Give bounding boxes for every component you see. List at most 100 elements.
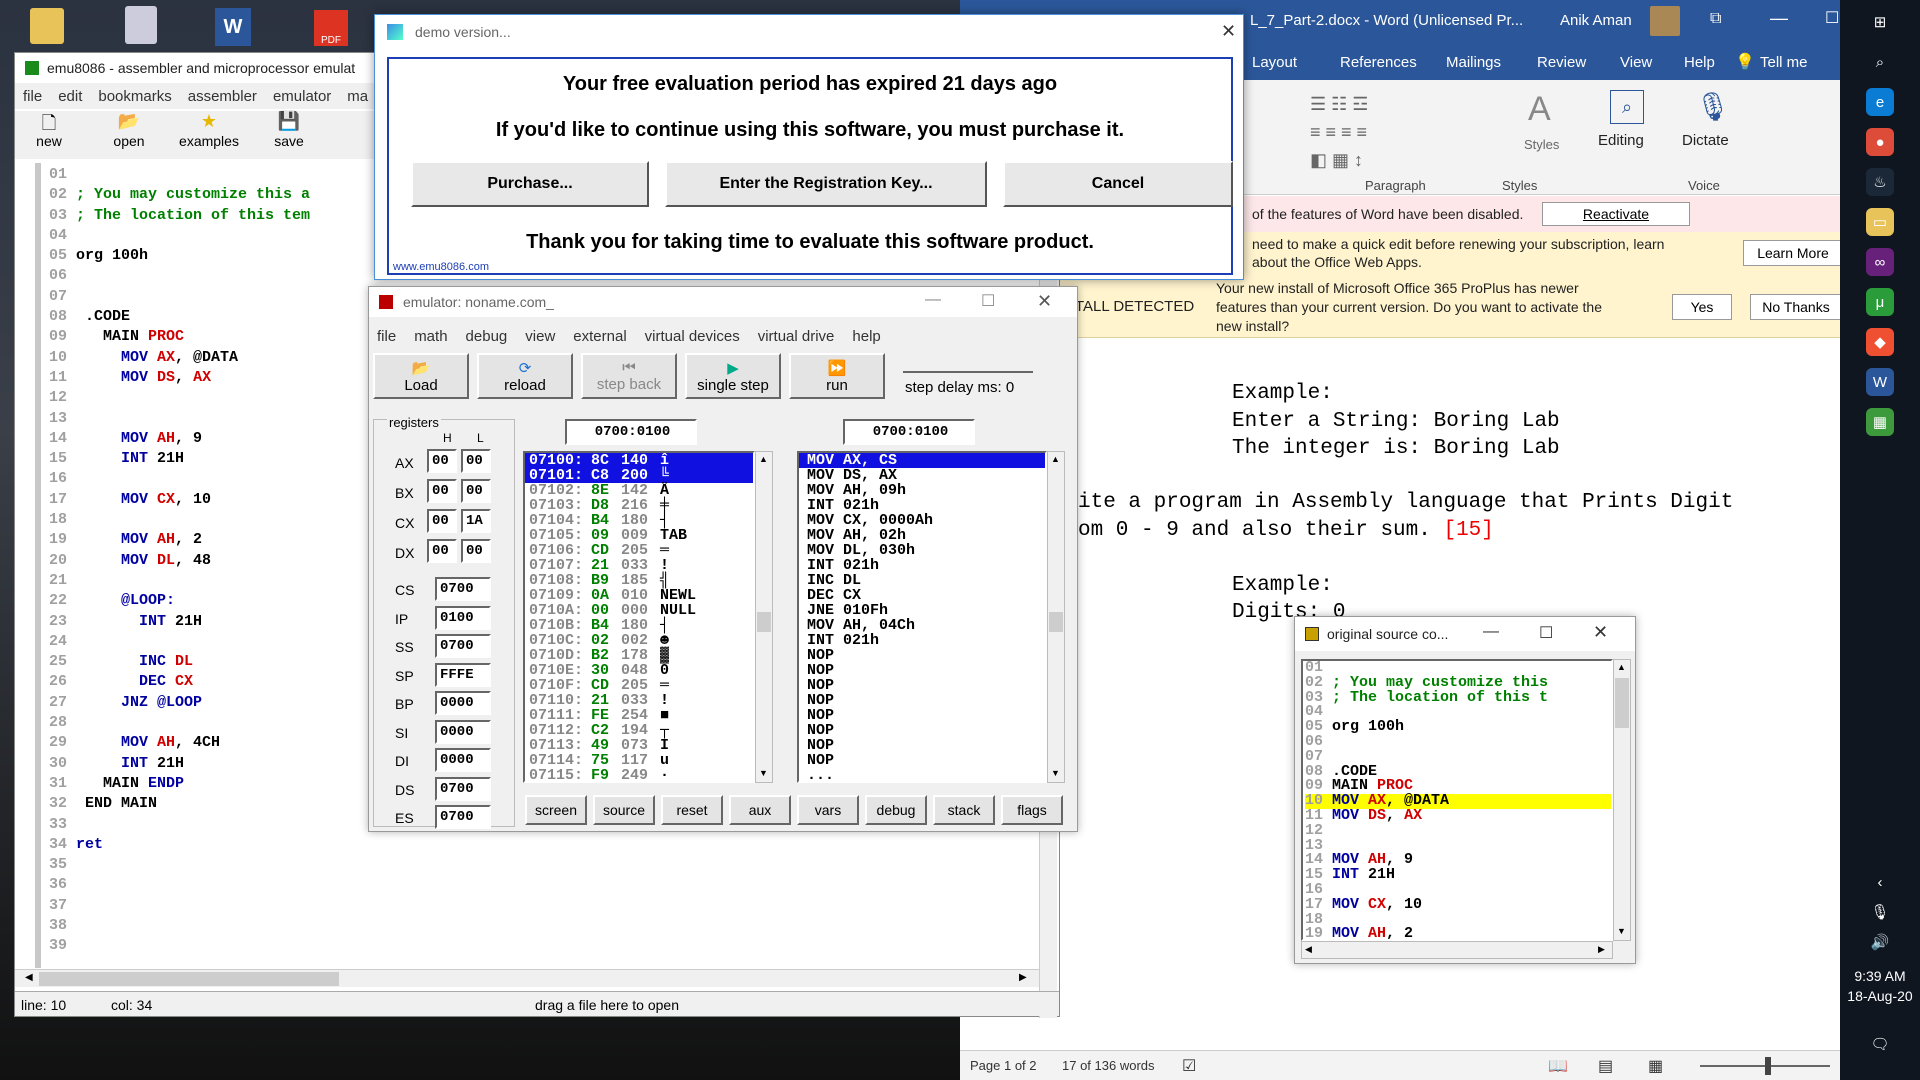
disassembly-row[interactable]: NOP — [799, 663, 1045, 678]
edge-browser-icon[interactable]: e — [1866, 88, 1894, 116]
memory-row[interactable]: 0710C: 02 002 ☻ — [525, 633, 753, 648]
emu-menu-virtual-drive[interactable]: virtual drive — [758, 328, 835, 345]
registration-key-button[interactable]: Enter the Registration Key... — [665, 161, 987, 207]
emu-menu-debug[interactable]: debug — [466, 328, 508, 345]
memory-scroll-thumb[interactable] — [757, 612, 771, 632]
scroll-up-icon[interactable]: ▲ — [759, 454, 768, 464]
minimize-icon[interactable]: — — [1483, 623, 1499, 641]
step-delay-slider[interactable] — [903, 359, 1033, 373]
editing-button-label[interactable]: Editing — [1598, 132, 1644, 149]
memory-row[interactable]: 07111: FE 254 ■ — [525, 708, 753, 723]
disassembly-row[interactable]: NOP — [799, 693, 1045, 708]
disassembly-row[interactable]: MOV DL, 030h — [799, 543, 1045, 558]
scroll-left-icon[interactable]: ◀ — [1305, 944, 1312, 955]
source-scroll-thumb[interactable] — [1615, 678, 1629, 728]
memory-row[interactable]: 0710F: CD 205 ═ — [525, 678, 753, 693]
button-flags[interactable]: flags — [1001, 795, 1063, 825]
disassembly-scrollbar[interactable]: ▲ ▼ — [1047, 451, 1065, 783]
reload-button[interactable]: ⟳ reload — [477, 353, 573, 399]
scroll-right-icon[interactable]: ▶ — [1019, 972, 1027, 983]
register-high-field[interactable]: 00 — [427, 449, 457, 473]
chrome-icon[interactable]: ● — [1866, 128, 1894, 156]
memory-row[interactable]: 07115: F9 249 · — [525, 768, 753, 781]
dictate-button-label[interactable]: Dictate — [1682, 132, 1729, 149]
tab-view[interactable]: View — [1620, 54, 1652, 71]
read-mode-icon[interactable]: 📖 — [1548, 1056, 1568, 1076]
word-taskbar-icon[interactable]: W — [1866, 368, 1894, 396]
disassembly-row[interactable]: NOP — [799, 723, 1045, 738]
memory-address-field[interactable]: 0700:0100 — [565, 419, 697, 445]
scroll-up-icon[interactable]: ▲ — [1617, 662, 1626, 672]
memory-row[interactable]: 0710D: B2 178 ▓ — [525, 648, 753, 663]
source-vscrollbar[interactable]: ▲ ▼ — [1613, 659, 1631, 941]
memory-row[interactable]: 07114: 75 117 u — [525, 753, 753, 768]
website-link[interactable]: www.emu8086.com — [393, 261, 489, 273]
scroll-down-icon[interactable]: ▼ — [1051, 768, 1060, 778]
memory-row[interactable]: 07113: 49 073 I — [525, 738, 753, 753]
register-field[interactable]: 0700 — [435, 776, 491, 801]
register-field[interactable]: 0100 — [435, 605, 491, 630]
disassembly-row[interactable]: NOP — [799, 738, 1045, 753]
memory-row[interactable]: 07106: CD 205 ═ — [525, 543, 753, 558]
bullets-icon[interactable]: ☰ ☷ ☲ ≡ ≡ ≡ ≡ ◧ ▦ ↕ — [1310, 90, 1440, 190]
git-icon[interactable]: ◆ — [1866, 328, 1894, 356]
menu-bookmarks[interactable]: bookmarks — [98, 88, 171, 105]
menu-math[interactable]: ma — [347, 88, 368, 105]
disassembly-scroll-thumb[interactable] — [1049, 612, 1063, 632]
scroll-right-icon[interactable]: ▶ — [1598, 944, 1605, 955]
disassembly-row[interactable]: JNE 010Fh — [799, 603, 1045, 618]
clock-time[interactable]: 9:39 AM — [1840, 968, 1920, 984]
pdf-file-icon[interactable]: PDF — [314, 10, 348, 46]
print-layout-icon[interactable]: ▤ — [1598, 1056, 1613, 1076]
hscroll-thumb[interactable] — [39, 972, 339, 986]
file-explorer-icon[interactable]: ▭ — [1866, 208, 1894, 236]
register-field[interactable]: FFFE — [435, 662, 491, 687]
tab-references[interactable]: References — [1340, 54, 1417, 71]
register-low-field[interactable]: 00 — [461, 539, 491, 563]
emu-menu-external[interactable]: external — [573, 328, 626, 345]
emu-menu-view[interactable]: view — [525, 328, 555, 345]
register-high-field[interactable]: 00 — [427, 539, 457, 563]
web-layout-icon[interactable]: ▦ — [1648, 1056, 1663, 1076]
tab-review[interactable]: Review — [1537, 54, 1586, 71]
disassembly-row[interactable]: MOV AX, CS — [799, 453, 1045, 468]
button-screen[interactable]: screen — [525, 795, 587, 825]
register-low-field[interactable]: 00 — [461, 449, 491, 473]
memory-row[interactable]: 07112: C2 194 ┬ — [525, 723, 753, 738]
button-reset[interactable]: reset — [661, 795, 723, 825]
editing-search-icon[interactable]: ⌕ — [1610, 90, 1644, 124]
disasm-address-field[interactable]: 0700:0100 — [843, 419, 975, 445]
memory-row[interactable]: 07104: B4 180 ┤ — [525, 513, 753, 528]
register-high-field[interactable]: 00 — [427, 509, 457, 533]
chevron-up-icon[interactable]: ‹ — [1866, 868, 1894, 896]
maximize-icon[interactable]: ☐ — [1539, 623, 1553, 643]
scroll-down-icon[interactable]: ▼ — [1617, 926, 1626, 936]
reactivate-button[interactable]: Reactivate — [1542, 202, 1690, 226]
maximize-icon[interactable]: ☐ — [1825, 8, 1839, 28]
memory-row[interactable]: 07101: C8 200 ╚ — [525, 468, 753, 483]
disassembly-row[interactable]: NOP — [799, 708, 1045, 723]
disassembly-list[interactable]: MOV AX, CS MOV DS, AX MOV AH, 09h INT 021h M… — [797, 451, 1047, 783]
menu-file[interactable]: file — [23, 88, 42, 105]
register-field[interactable]: 0700 — [435, 577, 491, 601]
disassembly-row[interactable]: ... — [799, 768, 1045, 781]
run-button[interactable]: ⏩ run — [789, 353, 885, 399]
proofing-icon[interactable]: ☑ — [1182, 1056, 1196, 1076]
memory-row[interactable]: 0710B: B4 180 ┤ — [525, 618, 753, 633]
register-low-field[interactable]: 00 — [461, 479, 491, 503]
mic-tray-icon[interactable]: 🎙 — [1866, 898, 1894, 926]
register-field[interactable]: 0000 — [435, 691, 491, 715]
recycle-bin-icon[interactable] — [125, 6, 157, 44]
editor-hscrollbar[interactable]: ◀ ▶ — [15, 969, 1039, 987]
source-hscrollbar[interactable]: ◀ ▶ — [1301, 941, 1613, 959]
disassembly-row[interactable]: MOV AH, 09h — [799, 483, 1045, 498]
register-field[interactable]: 0700 — [435, 805, 491, 829]
memory-row[interactable]: 07102: 8E 142 Ä — [525, 483, 753, 498]
memory-row[interactable]: 07109: 0A 010 NEWL — [525, 588, 753, 603]
folder-icon[interactable] — [30, 8, 64, 44]
disassembly-row[interactable]: DEC CX — [799, 588, 1045, 603]
clock-date[interactable]: 18-Aug-20 — [1840, 988, 1920, 1004]
no-thanks-button[interactable]: No Thanks — [1750, 294, 1842, 320]
ribbon-display-icon[interactable]: ⧉ — [1710, 10, 1721, 28]
minimize-icon[interactable]: — — [1770, 8, 1788, 29]
